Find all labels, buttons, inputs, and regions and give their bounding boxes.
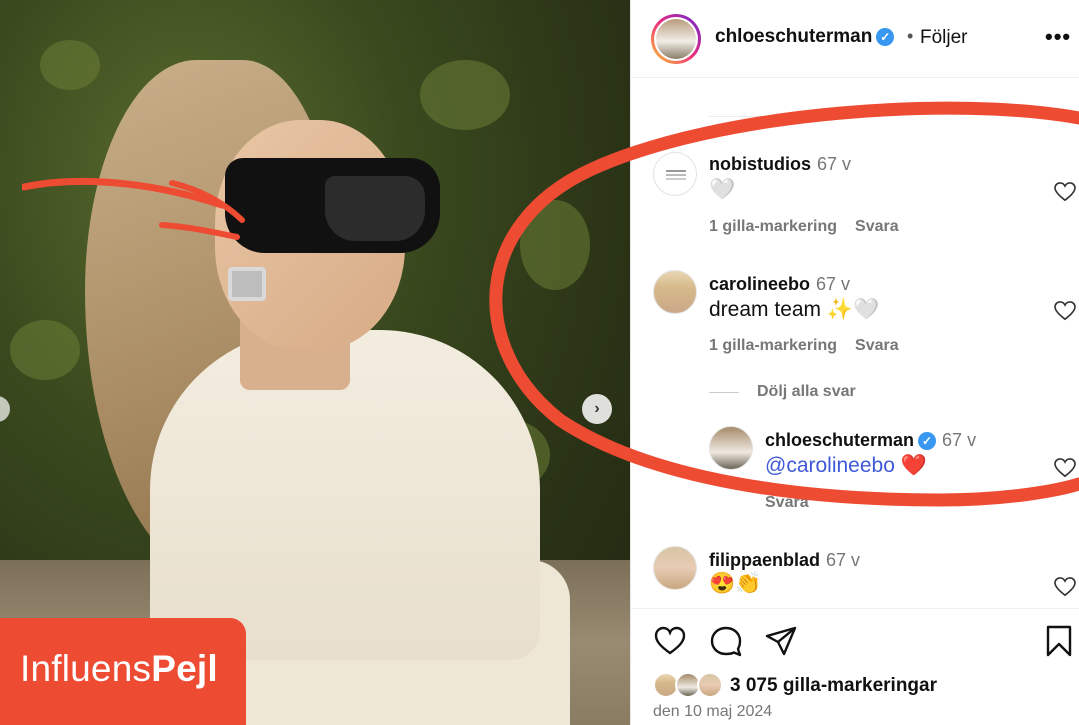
comment-avatar[interactable] <box>653 546 697 590</box>
like-comment-heart-icon[interactable] <box>1054 301 1076 321</box>
story-ring-avatar[interactable] <box>651 14 701 64</box>
brand-part1: Influens <box>20 648 152 689</box>
model-sunglasses <box>225 158 440 253</box>
comment-text: dream team ✨🤍 <box>709 298 880 321</box>
comment-text: 🤍 <box>709 178 736 201</box>
post-header: chloeschuterman ✓ • Följer ••• <box>631 0 1079 78</box>
post-username-text[interactable]: chloeschuterman <box>715 26 872 47</box>
comment-username-text[interactable]: carolineebo <box>709 274 810 294</box>
post-username[interactable]: chloeschuterman ✓ <box>715 26 895 48</box>
verified-badge-icon: ✓ <box>918 432 937 451</box>
comment-meta: 1 gilla-markering Svara <box>709 337 899 355</box>
likes-count[interactable]: 3 075 gilla-markeringar <box>730 675 937 697</box>
reply-button[interactable]: Svara <box>855 218 899 235</box>
reply-emoji: ❤️ <box>900 454 927 477</box>
mention-link[interactable]: @carolineebo <box>765 454 895 477</box>
reply-time: 67 v <box>942 430 977 450</box>
comment-likes[interactable]: 1 gilla-markering <box>709 218 837 235</box>
divider <box>631 608 1079 609</box>
screenshot: › InfluensPejl chloeschuterman ✓ • Följer… <box>0 0 1079 725</box>
hide-replies-line <box>709 392 739 393</box>
brand-part2: Pejl <box>151 648 218 689</box>
comment-username[interactable]: filippaenblad 67 v <box>709 550 860 571</box>
previous-photo-button[interactable] <box>0 396 10 422</box>
comment-text: 😍👏 <box>709 572 762 595</box>
comment-avatar[interactable] <box>653 152 697 196</box>
comment-time: 67 v <box>817 154 852 174</box>
comment-avatar[interactable] <box>653 270 697 314</box>
liked-by-avatar[interactable] <box>697 672 723 698</box>
hide-replies-button[interactable]: Dölj alla svar <box>757 383 856 401</box>
comment-likes[interactable]: 1 gilla-markering <box>709 337 837 354</box>
like-reply-heart-icon[interactable] <box>1054 458 1076 478</box>
save-bookmark-icon[interactable] <box>1042 624 1076 658</box>
verified-badge-icon: ✓ <box>876 27 895 46</box>
like-heart-icon[interactable] <box>653 624 687 658</box>
post-photo[interactable]: › InfluensPejl <box>0 0 630 725</box>
share-paper-plane-icon[interactable] <box>764 624 798 658</box>
comments-panel: chloeschuterman ✓ • Följer ••• nobistudio… <box>630 0 1079 725</box>
hedge-leaf <box>40 40 100 90</box>
hedge-leaf <box>420 60 510 130</box>
divider <box>709 116 789 117</box>
chevron-right-icon[interactable]: › <box>582 394 612 424</box>
reply-avatar[interactable] <box>709 426 753 470</box>
comment-username[interactable]: nobistudios 67 v <box>709 154 851 175</box>
comment-bubble-icon[interactable] <box>709 624 743 658</box>
comment-time: 67 v <box>826 550 861 570</box>
comment-time: 67 v <box>816 274 851 294</box>
brand-logo: InfluensPejl <box>0 618 246 725</box>
reply-button[interactable]: Svara <box>765 494 809 511</box>
reply-text: @carolineebo ❤️ <box>765 454 927 478</box>
model-earring <box>228 267 266 301</box>
reply-username-text[interactable]: chloeschuterman <box>765 430 914 450</box>
comment-username[interactable]: carolineebo 67 v <box>709 274 850 295</box>
more-options-icon[interactable]: ••• <box>1045 24 1071 50</box>
hedge-leaf <box>10 320 80 380</box>
comment-meta: 1 gilla-markering Svara <box>709 218 899 236</box>
comment-username-text[interactable]: nobistudios <box>709 154 811 174</box>
reply-button[interactable]: Svara <box>855 337 899 354</box>
red-arrow-scribble <box>22 177 245 240</box>
follow-button[interactable]: Följer <box>920 27 968 49</box>
reply-username[interactable]: chloeschuterman ✓ 67 v <box>765 430 976 451</box>
hedge-leaf <box>520 200 590 290</box>
like-comment-heart-icon[interactable] <box>1054 182 1076 202</box>
reply-meta: Svara <box>765 494 809 512</box>
post-date: den 10 maj 2024 <box>653 703 773 720</box>
avatar <box>656 19 696 59</box>
header-separator: • <box>907 26 914 46</box>
like-comment-heart-icon[interactable] <box>1054 577 1076 597</box>
comment-username-text[interactable]: filippaenblad <box>709 550 820 570</box>
